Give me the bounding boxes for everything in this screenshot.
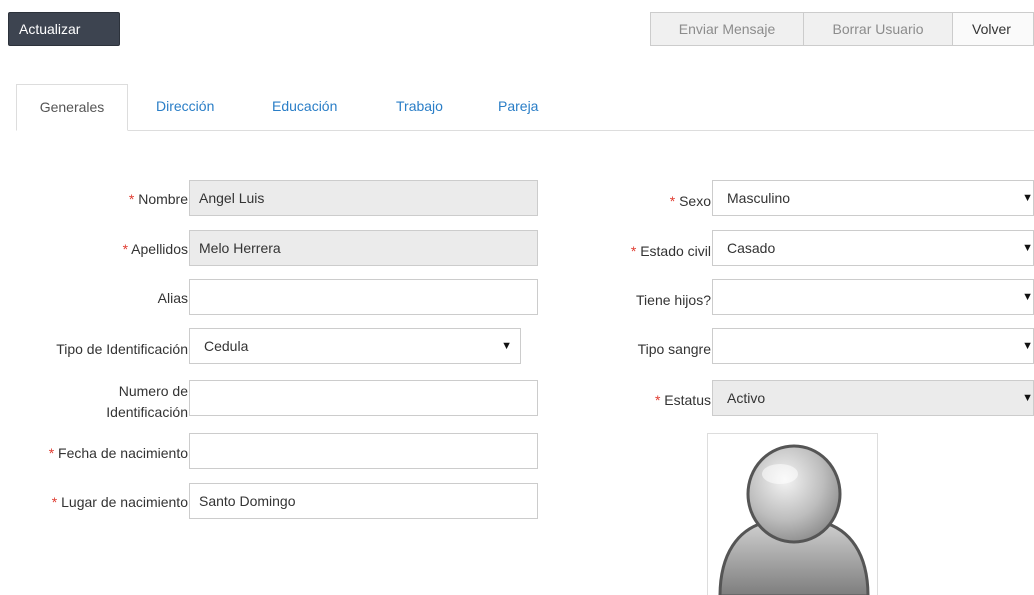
numero-identificacion-field[interactable]	[189, 380, 538, 416]
required-marker: *	[122, 241, 129, 257]
chevron-down-icon: ▼	[1022, 340, 1033, 352]
lugar-nacimiento-label: * Lugar de nacimiento	[0, 494, 188, 510]
tipo-sangre-label: Tipo sangre	[637, 341, 711, 357]
required-marker: *	[669, 193, 676, 209]
apellidos-label: * Apellidos	[0, 241, 188, 257]
estatus-label: * Estatus	[560, 392, 711, 408]
tab-direccion[interactable]: Dirección	[156, 84, 214, 129]
chevron-down-icon: ▼	[1022, 192, 1033, 204]
estatus-select[interactable]: Activo ▼	[712, 380, 1034, 416]
tipo-identificacion-select[interactable]: Cedula ▼	[189, 328, 521, 364]
fecha-nacimiento-field[interactable]	[189, 433, 538, 469]
chevron-down-icon: ▼	[501, 340, 512, 352]
estado-civil-value: Casado	[727, 240, 776, 256]
numero-identificacion-label-line2: Identificación	[106, 404, 188, 420]
tab-pareja[interactable]: Pareja	[498, 84, 538, 129]
fecha-nacimiento-label: * Fecha de nacimiento	[0, 445, 188, 461]
lugar-nacimiento-label-text: Lugar de nacimiento	[61, 494, 188, 510]
tipo-sangre-select[interactable]: ▼	[712, 328, 1034, 364]
tiene-hijos-label: Tiene hijos?	[636, 292, 711, 308]
fecha-nacimiento-label-text: Fecha de nacimiento	[58, 445, 188, 461]
tab-trabajo[interactable]: Trabajo	[396, 84, 443, 129]
update-button[interactable]: Actualizar	[8, 12, 120, 46]
delete-user-button[interactable]: Borrar Usuario	[803, 12, 953, 46]
required-marker: *	[654, 392, 661, 408]
alias-field[interactable]	[189, 279, 538, 315]
required-marker: *	[128, 191, 135, 207]
tiene-hijos-select[interactable]: ▼	[712, 279, 1034, 315]
tab-educacion[interactable]: Educación	[272, 84, 337, 129]
estatus-value: Activo	[727, 390, 766, 406]
required-marker: *	[51, 494, 58, 510]
tipo-identificacion-value: Cedula	[204, 338, 249, 354]
chevron-down-icon: ▼	[1022, 242, 1033, 254]
numero-identificacion-label-line1: Numero de	[118, 383, 188, 399]
nombre-label: * Nombre	[0, 191, 188, 207]
nombre-field[interactable]: Angel Luis	[189, 180, 538, 216]
tab-generales[interactable]: Generales	[16, 84, 128, 131]
estatus-label-text: Estatus	[664, 392, 711, 408]
sexo-select[interactable]: Masculino ▼	[712, 180, 1034, 216]
estado-civil-select[interactable]: Casado ▼	[712, 230, 1034, 266]
lugar-nacimiento-field[interactable]: Santo Domingo	[189, 483, 538, 519]
sexo-value: Masculino	[727, 190, 791, 206]
user-silhouette-icon	[718, 444, 870, 595]
sexo-label: * Sexo	[560, 193, 711, 209]
numero-identificacion-label: Numero de Identificación	[0, 381, 188, 423]
estado-civil-label-text: Estado civil	[640, 243, 711, 259]
tipo-identificacion-label: Tipo de Identificación	[56, 341, 188, 357]
tab-bar: Generales Dirección Educación Trabajo Pa…	[16, 84, 1034, 131]
profile-photo[interactable]	[707, 433, 878, 595]
alias-label: Alias	[157, 290, 188, 306]
chevron-down-icon: ▼	[1022, 291, 1033, 303]
send-message-button[interactable]: Enviar Mensaje	[650, 12, 804, 46]
nombre-label-text: Nombre	[138, 191, 188, 207]
apellidos-label-text: Apellidos	[131, 241, 188, 257]
required-marker: *	[48, 445, 55, 461]
action-button-group: Enviar Mensaje Borrar Usuario Volver	[650, 12, 1034, 46]
apellidos-field[interactable]: Melo Herrera	[189, 230, 538, 266]
chevron-down-icon: ▼	[1022, 392, 1033, 404]
estado-civil-label: * Estado civil	[560, 243, 711, 259]
required-marker: *	[630, 243, 637, 259]
sexo-label-text: Sexo	[679, 193, 711, 209]
back-button[interactable]: Volver	[952, 12, 1034, 46]
